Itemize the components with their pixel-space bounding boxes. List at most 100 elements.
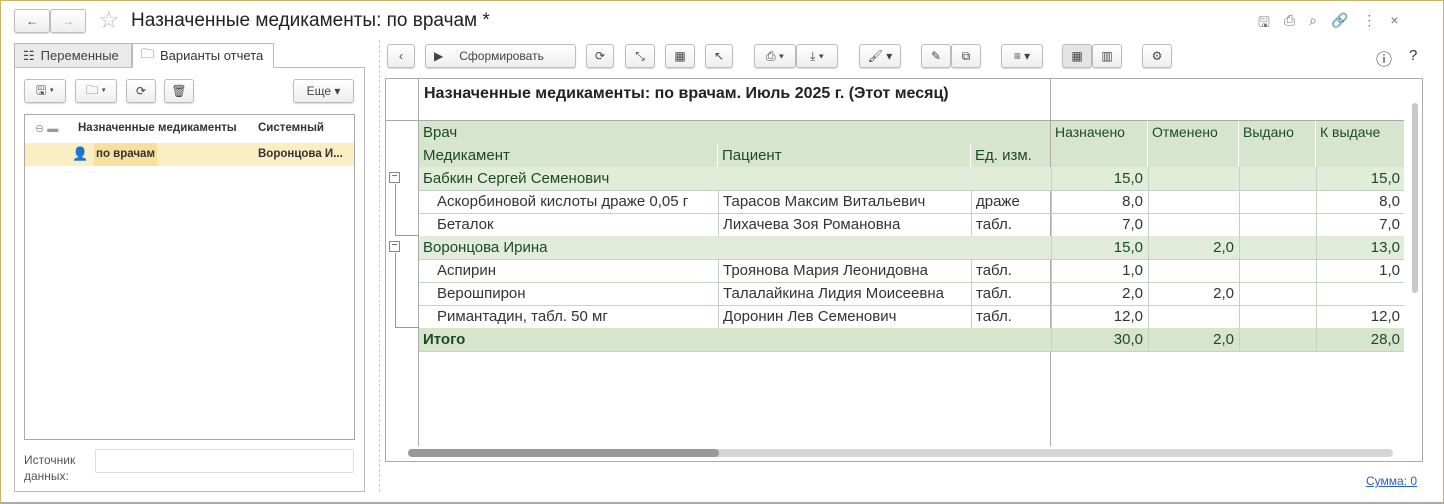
play-icon: ▶: [434, 49, 444, 63]
collapse-icon[interactable]: ⊖ ▬: [35, 122, 58, 135]
row-medicine: Аскорбиновой кислоты драже 0,05 г: [437, 193, 689, 210]
chart-view-button[interactable]: ▥: [1092, 44, 1122, 68]
row-patient: Троянова Мария Леонидовна: [718, 259, 970, 282]
row-unit: драже: [971, 190, 1050, 213]
copy-button[interactable]: ⧉: [951, 44, 981, 68]
row-medicine: Аспирин: [437, 262, 497, 279]
preview-icon[interactable]: ⌕: [1309, 12, 1317, 36]
save-variant-button[interactable]: 🖫 ▾: [24, 79, 66, 103]
refresh-button[interactable]: ⟳: [126, 79, 156, 103]
group-issued: [1239, 167, 1315, 190]
forward-button[interactable]: →: [50, 9, 86, 33]
open-variant-button[interactable]: 🗀 ▾: [75, 79, 117, 103]
row-patient: Лихачева Зоя Романовна: [718, 213, 970, 236]
favorite-star-icon[interactable]: ☆: [98, 6, 120, 35]
row-to-issue: 8,0: [1316, 190, 1404, 213]
table-view-button[interactable]: ▦: [1062, 44, 1092, 68]
collapse-panel-button[interactable]: ‹: [387, 44, 415, 68]
group-bracket: [395, 253, 419, 328]
print-menu-button[interactable]: ⎙ ▾: [754, 44, 796, 68]
row-cancelled: [1148, 213, 1238, 236]
group-to-issue: 13,0: [1316, 236, 1404, 259]
folder-icon: 🗀: [141, 45, 155, 61]
group-cancelled: [1148, 167, 1238, 190]
header-medicine: Медикамент: [419, 144, 717, 167]
list-header-author: Системный: [258, 122, 324, 134]
report-spreadsheet[interactable]: Назначенные медикаменты: по врачам. Июль…: [385, 78, 1423, 462]
grouping-button[interactable]: ≡ ▾: [1001, 44, 1043, 68]
header-unit: Ед. изм.: [971, 144, 1050, 167]
header-patient: Пациент: [718, 144, 970, 167]
group-assigned: 15,0: [1051, 236, 1147, 259]
settings-button[interactable]: ⚙: [1142, 44, 1172, 68]
header-issued: Выдано: [1239, 121, 1315, 167]
row-patient: Талалайкина Лидия Моисеевна: [718, 282, 970, 305]
row-assigned: 8,0: [1051, 190, 1147, 213]
source-input[interactable]: [95, 449, 354, 473]
row-to-issue: 7,0: [1316, 213, 1404, 236]
row-patient: Тарасов Максим Витальевич: [718, 190, 970, 213]
row-unit: табл.: [971, 282, 1050, 305]
row-cancelled: [1148, 259, 1238, 282]
sum-link[interactable]: Сумма: 0: [1366, 474, 1417, 488]
row-to-issue: 12,0: [1316, 305, 1404, 328]
tab-variables[interactable]: ☷ Переменные: [14, 43, 132, 68]
row-issued: [1239, 259, 1315, 282]
group-issued: [1239, 236, 1315, 259]
close-icon[interactable]: ×: [1390, 12, 1398, 36]
more-button[interactable]: Еще ▾: [293, 79, 354, 103]
group-cancelled: 2,0: [1148, 236, 1238, 259]
total-assigned: 30,0: [1051, 328, 1147, 351]
back-button[interactable]: ←: [14, 9, 50, 33]
group-doctor: Воронцова Ирина: [419, 236, 1050, 259]
header-doctor: Врач: [419, 121, 1050, 144]
scrollbar-thumb[interactable]: [408, 449, 719, 457]
horizontal-scrollbar[interactable]: [408, 449, 1393, 457]
delete-button[interactable]: 🗑: [164, 79, 194, 103]
print-icon[interactable]: ⎙: [1284, 12, 1295, 36]
row-assigned: 2,0: [1051, 282, 1147, 305]
row-issued: [1239, 190, 1315, 213]
row-to-issue: [1316, 282, 1404, 305]
list-header-name: Назначенные медикаменты: [78, 122, 237, 134]
generate-button[interactable]: ▶ Сформировать: [425, 44, 576, 68]
total-to-issue: 28,0: [1316, 328, 1404, 351]
row-assigned: 1,0: [1051, 259, 1147, 282]
source-label: Источник данных:: [24, 453, 76, 483]
group-doctor: Бабкин Сергей Семенович: [419, 167, 1050, 190]
more-icon[interactable]: ⋮: [1362, 12, 1376, 36]
group-collapse-toggle[interactable]: −: [389, 241, 400, 252]
tab-report-variants[interactable]: 🗀 Варианты отчета: [132, 43, 274, 68]
vertical-scrollbar[interactable]: [1412, 103, 1418, 293]
total-issued: [1239, 328, 1315, 351]
row-cancelled: [1148, 305, 1238, 328]
group-assigned: 15,0: [1051, 167, 1147, 190]
help-icon[interactable]: ?: [1409, 47, 1417, 64]
refresh-report-button[interactable]: ⟳: [586, 44, 614, 68]
window-title: Назначенные медикаменты: по врачам *: [131, 10, 490, 31]
row-assigned: 7,0: [1051, 213, 1147, 236]
splitter[interactable]: [379, 40, 380, 492]
header-to-issue: К выдаче: [1316, 121, 1404, 167]
row-medicine: Верошпирон: [437, 285, 526, 302]
collapse-report-button[interactable]: ⤡: [625, 44, 655, 68]
appearance-button[interactable]: 🖌 ▾: [859, 44, 901, 68]
row-unit: табл.: [971, 213, 1050, 236]
row-patient: Доронин Лев Семенович: [718, 305, 970, 328]
export-menu-button[interactable]: ⤓ ▾: [796, 44, 838, 68]
list-item-name: по врачам: [94, 143, 157, 166]
table-settings-button[interactable]: ▦: [665, 44, 695, 68]
total-label: Итого: [419, 328, 1050, 351]
info-icon[interactable]: ⓘ: [1376, 46, 1392, 70]
row-issued: [1239, 305, 1315, 328]
save-icon[interactable]: 🖫: [1258, 12, 1270, 36]
row-medicine: Беталок: [437, 216, 494, 233]
total-cancelled: 2,0: [1148, 328, 1238, 351]
select-cursor-button[interactable]: ↖: [705, 44, 733, 68]
link-icon[interactable]: 🔗: [1331, 12, 1348, 36]
group-collapse-toggle[interactable]: −: [389, 172, 400, 183]
row-issued: [1239, 282, 1315, 305]
list-item-author: Воронцова И...: [258, 148, 343, 160]
edit-button[interactable]: ✎: [921, 44, 951, 68]
row-assigned: 12,0: [1051, 305, 1147, 328]
